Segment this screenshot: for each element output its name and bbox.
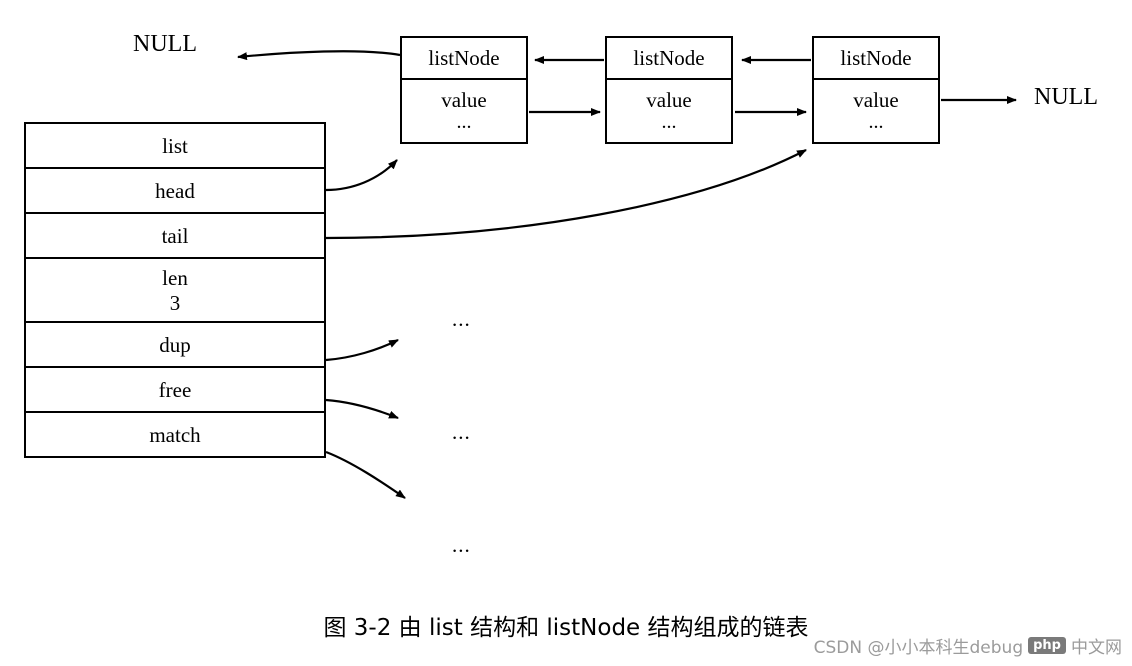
list-row: free: [26, 368, 324, 413]
diagram-canvas: list head tail len 3 dup free match list…: [0, 0, 1132, 666]
list-row-label: list: [162, 134, 188, 158]
ellipsis-dup: ...: [452, 307, 471, 331]
list-row: len 3: [26, 259, 324, 323]
listnode-box: listNode value ...: [605, 36, 733, 145]
listnode-body: value ...: [814, 80, 938, 142]
list-row: list: [26, 124, 324, 170]
listnode-body: value ...: [607, 80, 731, 142]
ellipsis-match: ...: [452, 533, 471, 557]
list-row: head: [26, 169, 324, 215]
listnode-value: value: [853, 88, 899, 112]
listnode-title: listNode: [607, 38, 731, 80]
listnode-value: value: [441, 88, 487, 112]
ellipsis-free: ...: [452, 420, 471, 444]
listnode-ellipsis: ...: [868, 111, 884, 134]
listnode-title: listNode: [402, 38, 526, 80]
null-label-left: NULL: [133, 31, 197, 57]
list-row-label: tail: [161, 224, 189, 249]
watermark: CSDN @小小本科生debug php 中文网: [814, 633, 1122, 658]
watermark-author: CSDN @小小本科生debug: [813, 638, 1024, 658]
list-row: tail: [26, 214, 324, 260]
list-row-value: 3: [169, 290, 181, 315]
null-label-right: NULL: [1034, 84, 1098, 110]
watermark-site: 中文网: [1071, 638, 1122, 658]
list-row-label: head: [155, 179, 195, 204]
listnode-box: listNode value ...: [812, 36, 940, 145]
figure-caption-text: 图 3-2 由 list 结构和 listNode 结构组成的链表: [323, 615, 809, 641]
list-row: match: [26, 413, 324, 456]
listnode-body: value ...: [402, 80, 526, 142]
listnode-ellipsis: ...: [456, 111, 472, 134]
list-row-label: dup: [159, 332, 191, 357]
listnode-title: listNode: [814, 38, 938, 80]
listnode-box: listNode value ...: [400, 36, 528, 145]
list-struct-table: list head tail len 3 dup free match: [24, 122, 326, 459]
php-logo-icon: php: [1028, 637, 1066, 654]
list-row-label: len: [162, 266, 188, 291]
list-row: dup: [26, 323, 324, 368]
listnode-ellipsis: ...: [661, 111, 677, 134]
list-row-label: match: [149, 422, 201, 447]
list-row-label: free: [158, 377, 192, 402]
listnode-value: value: [646, 88, 692, 112]
